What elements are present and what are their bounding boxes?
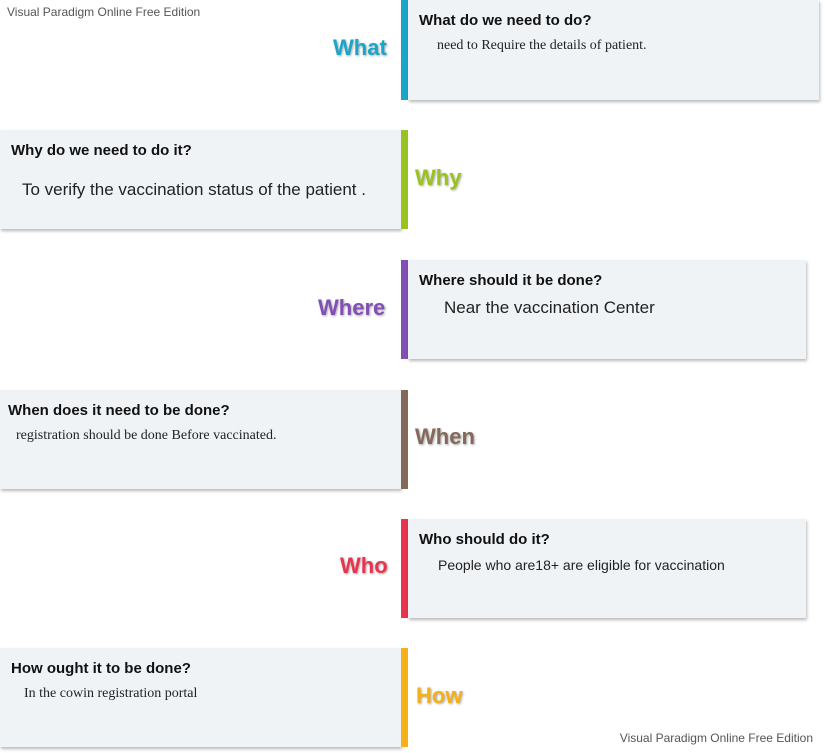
how-card: How ought it to be done? In the cowin re… (0, 648, 401, 747)
when-accent-bar (401, 390, 408, 489)
where-label: Where (318, 295, 386, 320)
why-accent-bar (401, 130, 408, 229)
who-question: Who should do it? (419, 531, 550, 548)
what-answer: need to Require the details of patient. (437, 38, 647, 53)
why-answer: To verify the vaccination status of the … (22, 180, 366, 199)
what-label: What (333, 35, 387, 60)
when-question: When does it need to be done? (8, 402, 230, 419)
what-question: What do we need to do? (419, 12, 592, 29)
why-card: Why do we need to do it? To verify the v… (0, 130, 401, 229)
where-accent-bar (401, 260, 408, 359)
where-answer: Near the vaccination Center (444, 298, 655, 317)
where-card: Where should it be done? Near the vaccin… (408, 260, 806, 359)
where-question: Where should it be done? (419, 272, 603, 289)
watermark-bottom: Visual Paradigm Online Free Edition (619, 731, 813, 745)
why-label: Why (415, 165, 462, 190)
who-accent-bar (401, 519, 408, 618)
what-accent-bar (401, 0, 408, 100)
when-card: When does it need to be done? registrati… (0, 390, 401, 489)
watermark-top: Visual Paradigm Online Free Edition (7, 5, 201, 19)
why-question: Why do we need to do it? (11, 142, 192, 159)
when-answer: registration should be done Before vacci… (16, 428, 277, 443)
how-answer: In the cowin registration portal (24, 686, 198, 701)
how-question: How ought it to be done? (11, 660, 191, 677)
when-label: When (415, 424, 475, 449)
how-label: How (416, 683, 463, 708)
what-card: What do we need to do? need to Require t… (408, 0, 819, 100)
who-label: Who (340, 553, 388, 578)
how-accent-bar (401, 648, 408, 747)
who-answer: People who are18+ are eligible for vacci… (438, 557, 725, 573)
who-card: Who should do it? People who are18+ are … (408, 519, 806, 618)
